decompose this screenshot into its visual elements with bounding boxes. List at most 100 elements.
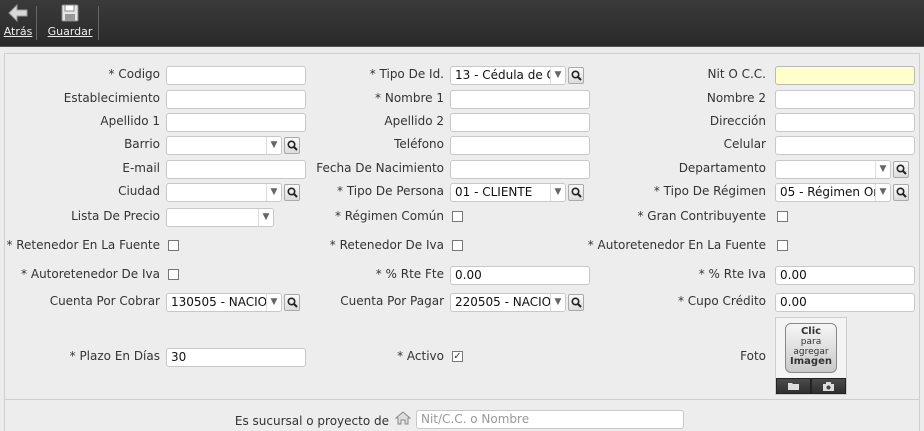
search-icon[interactable] — [893, 161, 909, 178]
cuenta-cobrar-select[interactable]: 130505 - NACION ▼ — [166, 293, 282, 312]
save-button[interactable]: Guardar — [48, 0, 92, 47]
chevron-down-icon: ▼ — [875, 161, 890, 178]
retenedor-iva-checkbox[interactable] — [452, 240, 463, 251]
cuenta-pagar-value: 220505 - NACION — [455, 295, 561, 309]
autoretenedor-fuente-checkbox[interactable] — [777, 240, 788, 251]
tipo-persona-select[interactable]: 01 - CLIENTE ▼ — [450, 183, 566, 202]
establecimiento-input[interactable] — [166, 90, 306, 109]
retenedor-iva-label: * Retenedor De Iva — [329, 238, 444, 252]
photo-tools — [776, 378, 846, 394]
celular-input[interactable] — [775, 136, 915, 155]
email-input[interactable] — [166, 160, 306, 179]
barrio-label: Barrio — [124, 137, 160, 151]
direccion-input[interactable] — [775, 113, 915, 132]
barrio-select[interactable]: ▼ — [166, 136, 282, 155]
fecha-nacimiento-label: Fecha De Nacimiento — [316, 161, 444, 175]
nombre2-label: Nombre 2 — [706, 91, 766, 105]
codigo-label: * Codigo — [108, 67, 160, 81]
foto-label: Foto — [740, 349, 766, 363]
save-label: Guardar — [47, 25, 93, 38]
nombre1-label: * Nombre 1 — [375, 91, 444, 105]
nombre1-input[interactable] — [450, 90, 590, 109]
add-image-button[interactable]: Clic para agregar Imagen — [785, 323, 837, 373]
lista-precio-select[interactable]: ▼ — [166, 208, 274, 227]
activo-label: * Activo — [397, 349, 444, 363]
plazo-dias-label: * Plazo En Días — [69, 349, 160, 363]
apellido1-input[interactable] — [166, 113, 306, 132]
back-label: Atrás — [3, 25, 33, 38]
chevron-down-icon: ▼ — [550, 184, 565, 201]
search-icon[interactable] — [568, 294, 584, 311]
cupo-credito-input[interactable]: 0.00 — [775, 293, 915, 312]
gran-contribuyente-label: * Gran Contribuyente — [637, 209, 766, 223]
chevron-down-icon: ▼ — [266, 184, 281, 201]
apellido2-label: Apellido 2 — [384, 114, 444, 128]
tipo-regimen-value: 05 - Régimen Ord — [780, 185, 886, 199]
sucursal-label: Es sucursal o proyecto de — [234, 414, 389, 428]
add-image-line4: Imagen — [790, 356, 832, 367]
camera-icon[interactable] — [811, 378, 846, 394]
chevron-down-icon: ▼ — [550, 67, 565, 84]
tipo-regimen-select[interactable]: 05 - Régimen Ord ▼ — [775, 183, 891, 202]
home-icon — [394, 411, 412, 428]
toolbar-divider — [36, 6, 37, 40]
gran-contribuyente-checkbox[interactable] — [777, 211, 788, 222]
autoretenedor-iva-label: * Autoretenedor De Iva — [21, 267, 160, 281]
autoretenedor-fuente-label: * Autoretenedor En La Fuente — [587, 238, 766, 252]
chevron-down-icon: ▼ — [266, 137, 281, 154]
nit-label: Nit O C.C. — [707, 67, 766, 81]
search-icon[interactable] — [568, 67, 584, 84]
add-image-line1: Clic — [800, 326, 822, 337]
search-icon[interactable] — [284, 137, 300, 154]
regimen-comun-checkbox[interactable] — [452, 211, 463, 222]
tipo-persona-value: 01 - CLIENTE — [455, 185, 533, 199]
ciudad-label: Ciudad — [118, 184, 160, 198]
nit-input[interactable] — [775, 66, 915, 85]
cuenta-cobrar-label: Cuenta Por Cobrar — [49, 294, 160, 308]
photo-widget: Clic para agregar Imagen — [775, 317, 847, 395]
search-icon[interactable] — [568, 184, 584, 201]
email-label: E-mail — [122, 161, 160, 175]
nombre2-input[interactable] — [775, 90, 915, 109]
rte-iva-input[interactable]: 0.00 — [775, 266, 915, 285]
ciudad-select[interactable]: ▼ — [166, 183, 282, 202]
cuenta-pagar-label: Cuenta Por Pagar — [340, 294, 444, 308]
divider — [5, 399, 919, 400]
search-icon[interactable] — [284, 184, 300, 201]
chevron-down-icon: ▼ — [258, 209, 273, 226]
floppy-disk-icon — [61, 4, 79, 22]
codigo-input[interactable] — [166, 66, 306, 85]
tipo-id-label: * Tipo De Id. — [369, 67, 444, 81]
cupo-credito-label: * Cupo Crédito — [677, 294, 766, 308]
back-button[interactable]: Atrás — [4, 0, 32, 47]
lista-precio-label: Lista De Precio — [71, 209, 160, 223]
tipo-id-value: 13 - Cédula de Ci — [455, 68, 559, 82]
chevron-down-icon: ▼ — [875, 184, 890, 201]
retenedor-fuente-checkbox[interactable] — [168, 240, 179, 251]
tipo-persona-label: * Tipo De Persona — [337, 184, 444, 198]
add-image-line2: para — [800, 337, 822, 347]
autoretenedor-iva-checkbox[interactable] — [168, 269, 179, 280]
client-form: * Codigo * Tipo De Id. 13 - Cédula de Ci… — [4, 53, 920, 431]
search-icon[interactable] — [893, 184, 909, 201]
regimen-comun-label: * Régimen Común — [334, 209, 444, 223]
cuenta-cobrar-value: 130505 - NACION — [171, 295, 277, 309]
apellido1-label: Apellido 1 — [100, 114, 160, 128]
plazo-dias-input[interactable]: 30 — [166, 348, 306, 367]
rte-fte-input[interactable]: 0.00 — [450, 266, 590, 285]
folder-icon[interactable] — [776, 378, 811, 394]
cuenta-pagar-select[interactable]: 220505 - NACION ▼ — [450, 293, 566, 312]
establecimiento-label: Establecimiento — [63, 91, 160, 105]
departamento-label: Departamento — [678, 161, 766, 175]
toolbar: Atrás Guardar — [0, 0, 924, 47]
fecha-nacimiento-input[interactable] — [450, 160, 590, 179]
tipo-id-select[interactable]: 13 - Cédula de Ci ▼ — [450, 66, 566, 85]
search-icon[interactable] — [284, 294, 300, 311]
telefono-input[interactable] — [450, 136, 590, 155]
activo-checkbox[interactable]: ✓ — [452, 351, 463, 362]
departamento-select[interactable]: ▼ — [775, 160, 891, 179]
apellido2-input[interactable] — [450, 113, 590, 132]
rte-iva-label: * % Rte Iva — [698, 267, 766, 281]
tipo-regimen-label: * Tipo De Régimen — [653, 184, 766, 198]
sucursal-input[interactable]: Nit/C.C. o Nombre — [416, 410, 684, 429]
